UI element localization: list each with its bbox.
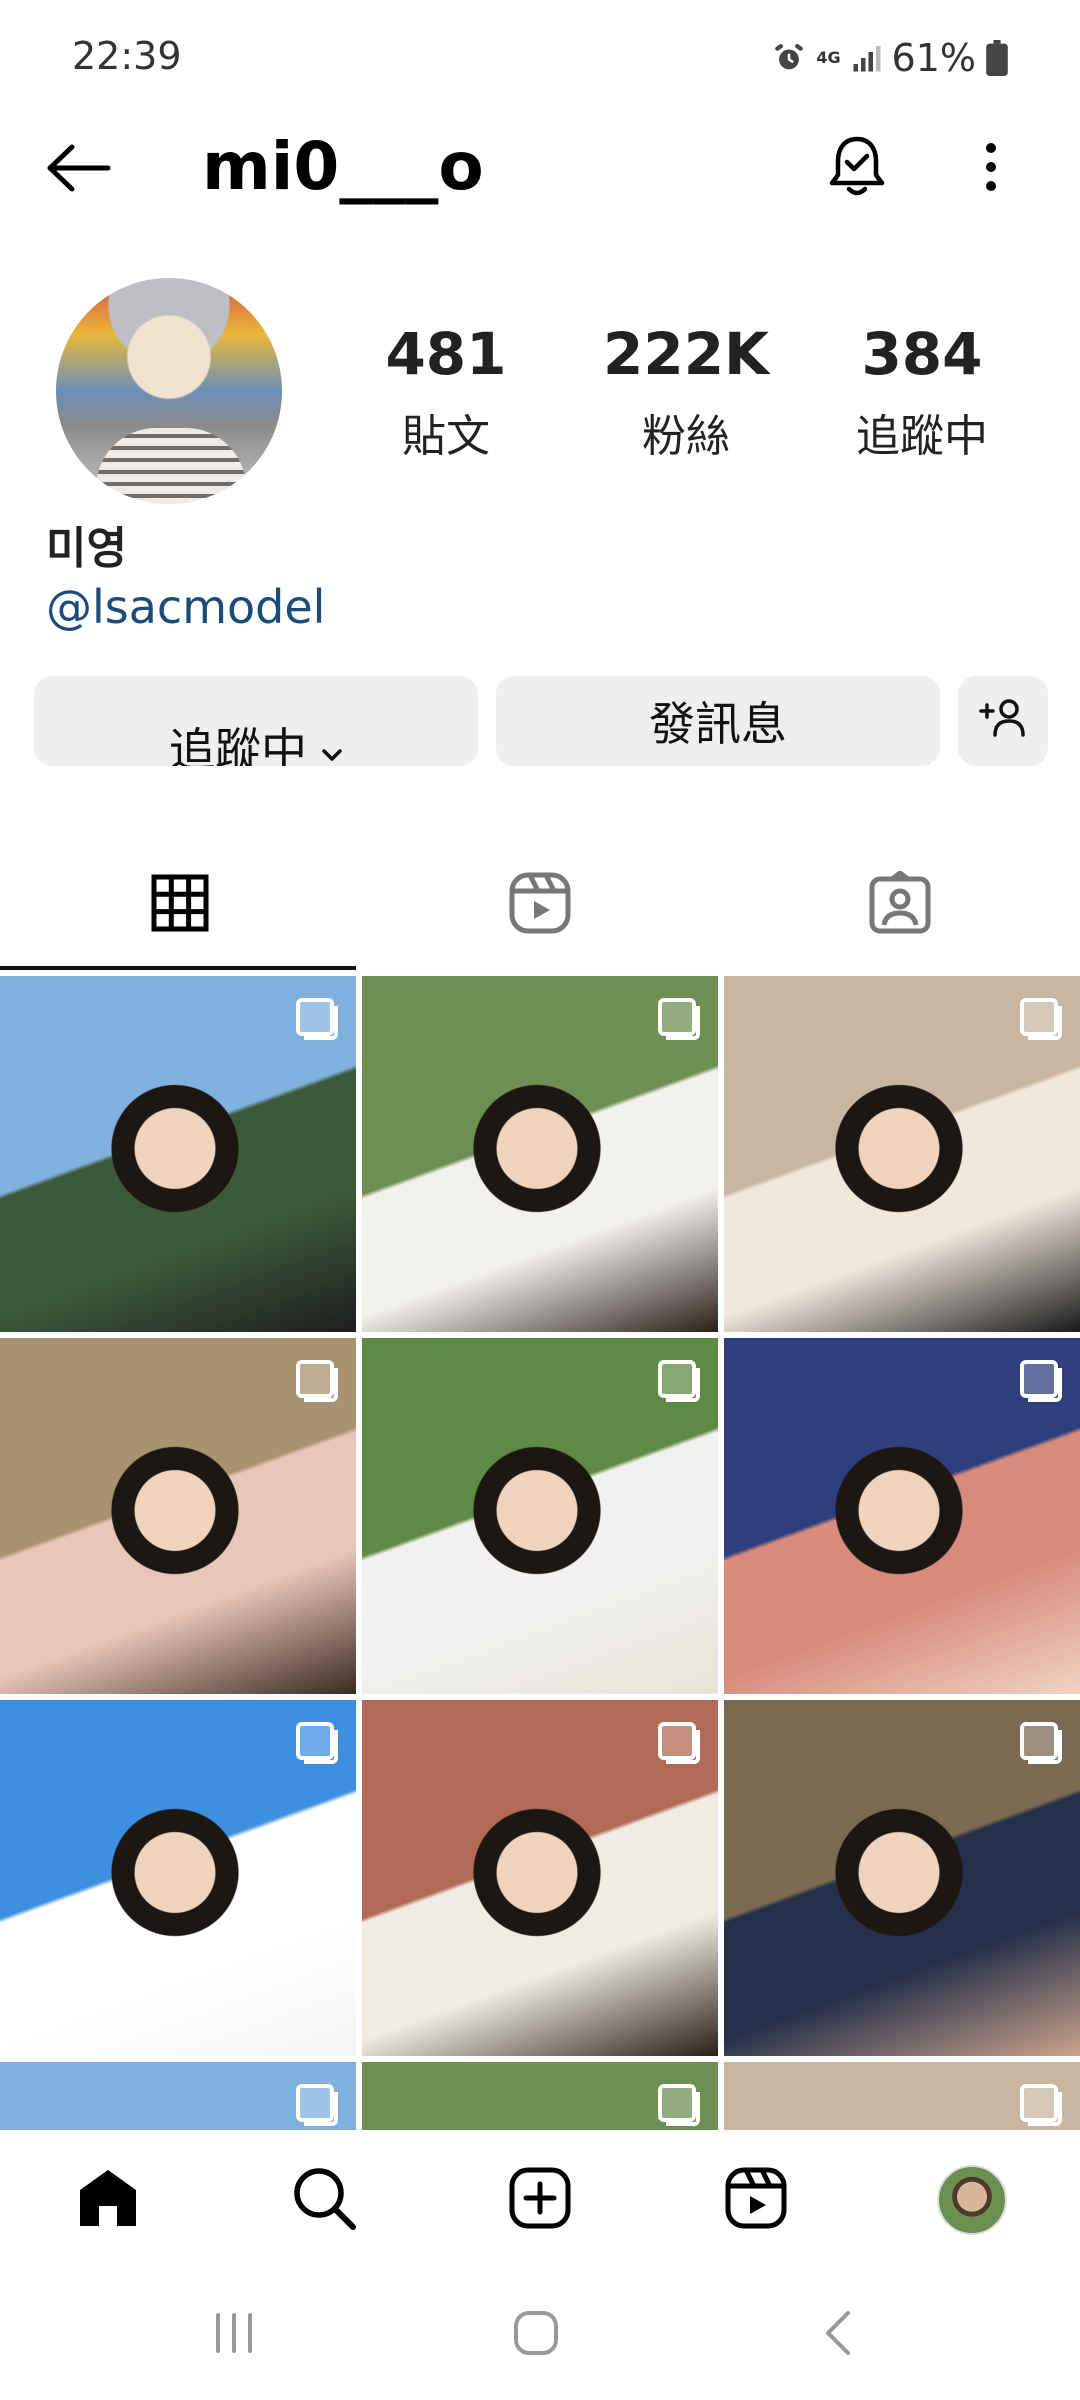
tagged-icon [868,869,932,939]
back-arrow-icon [46,143,112,197]
display-name: 미영 [46,523,127,574]
signal-icon [852,43,882,73]
nav-create[interactable] [470,2130,610,2270]
post-tile[interactable] [0,2062,356,2130]
battery-text: 61% [891,36,976,80]
home-button-icon [513,2310,559,2360]
post-tile[interactable] [0,976,356,1332]
alarm-icon [772,41,806,75]
message-button[interactable]: 發訊息 [496,676,940,766]
notification-bell-icon [828,135,886,203]
more-options-icon [984,142,998,196]
stat-posts-label: 貼文 [402,411,490,462]
post-tile[interactable] [362,2062,718,2130]
message-button-label: 發訊息 [649,697,787,751]
carousel-icon [296,1360,338,1402]
stat-following-value: 384 [861,320,983,388]
tab-posts-grid[interactable] [0,840,360,970]
carousel-icon [658,2084,700,2126]
nav-profile[interactable] [902,2130,1042,2270]
post-tile[interactable] [362,976,718,1332]
post-image-subject [472,1066,602,1216]
carousel-icon [658,998,700,1040]
nav-reels[interactable] [686,2130,826,2270]
post-image-subject [110,1428,240,1578]
recent-apps-icon [212,2313,256,2357]
notifications-button[interactable] [822,130,892,208]
following-button[interactable]: 追蹤中 [34,676,478,766]
reels-icon [508,871,572,939]
reels-icon [724,2166,788,2234]
carousel-icon [296,1722,338,1764]
search-icon [291,2165,357,2235]
stat-followers-value: 222K [602,320,769,388]
carousel-icon [296,2084,338,2126]
nav-search[interactable] [254,2130,394,2270]
post-image-subject [834,1790,964,1940]
nav-home[interactable] [38,2130,178,2270]
stat-followers-label: 粉絲 [642,411,730,462]
post-image-subject [472,1428,602,1578]
network-4g-icon: 4G [816,48,841,67]
post-tile[interactable] [724,2062,1080,2130]
page-title-username: mi0___o [202,128,484,205]
stat-following[interactable]: 384 追蹤中 [812,320,1032,464]
back-button-system[interactable] [768,2270,908,2400]
home-icon [75,2166,141,2234]
post-image-subject [834,1066,964,1216]
carousel-icon [296,998,338,1040]
following-button-label: 追蹤中 [169,723,307,766]
post-image-subject [472,1790,602,1940]
grid-icon [151,874,209,936]
tab-indicator [0,966,356,970]
profile-link[interactable]: @lsacmodel [46,580,325,634]
home-button[interactable] [466,2270,606,2400]
stat-posts[interactable]: 481 貼文 [336,320,556,464]
carousel-icon [1020,1360,1062,1402]
suggested-users-button[interactable] [958,676,1048,766]
status-time: 22:39 [72,34,182,78]
system-navigation [0,2270,1080,2400]
post-tile[interactable] [362,1338,718,1694]
profile-header: mi0___o [0,120,1080,220]
post-image-subject [834,1428,964,1578]
posts-grid [0,976,1080,2130]
recent-apps-button[interactable] [164,2270,304,2400]
carousel-icon [1020,998,1062,1040]
back-button[interactable] [44,140,114,200]
create-icon [508,2166,572,2234]
carousel-icon [658,1722,700,1764]
add-person-icon [979,694,1027,748]
post-image-subject [110,1066,240,1216]
status-icons: 4G 61% [772,34,1008,82]
more-options-button[interactable] [966,134,1016,204]
tab-tagged[interactable] [720,840,1080,970]
status-bar: 22:39 4G 61% [0,0,1080,120]
profile-avatar-icon [937,2165,1007,2235]
chevron-down-icon [321,720,343,766]
avatar-image-detail [96,428,246,504]
post-tile[interactable] [724,1700,1080,2056]
post-tile[interactable] [0,1338,356,1694]
battery-icon [986,40,1008,76]
post-tile[interactable] [724,1338,1080,1694]
profile-avatar[interactable] [56,278,282,504]
post-tile[interactable] [362,1700,718,2056]
carousel-icon [658,1360,700,1402]
stat-followers[interactable]: 222K 粉絲 [576,320,796,464]
bottom-navigation [0,2130,1080,2270]
profile-tabs [0,840,1080,970]
carousel-icon [1020,1722,1062,1764]
carousel-icon [1020,2084,1062,2126]
back-icon [824,2310,852,2360]
tab-reels[interactable] [360,840,720,970]
stat-posts-value: 481 [385,320,507,388]
post-tile[interactable] [0,1700,356,2056]
post-tile[interactable] [724,976,1080,1332]
post-image-subject [110,1790,240,1940]
stat-following-label: 追蹤中 [856,411,988,462]
